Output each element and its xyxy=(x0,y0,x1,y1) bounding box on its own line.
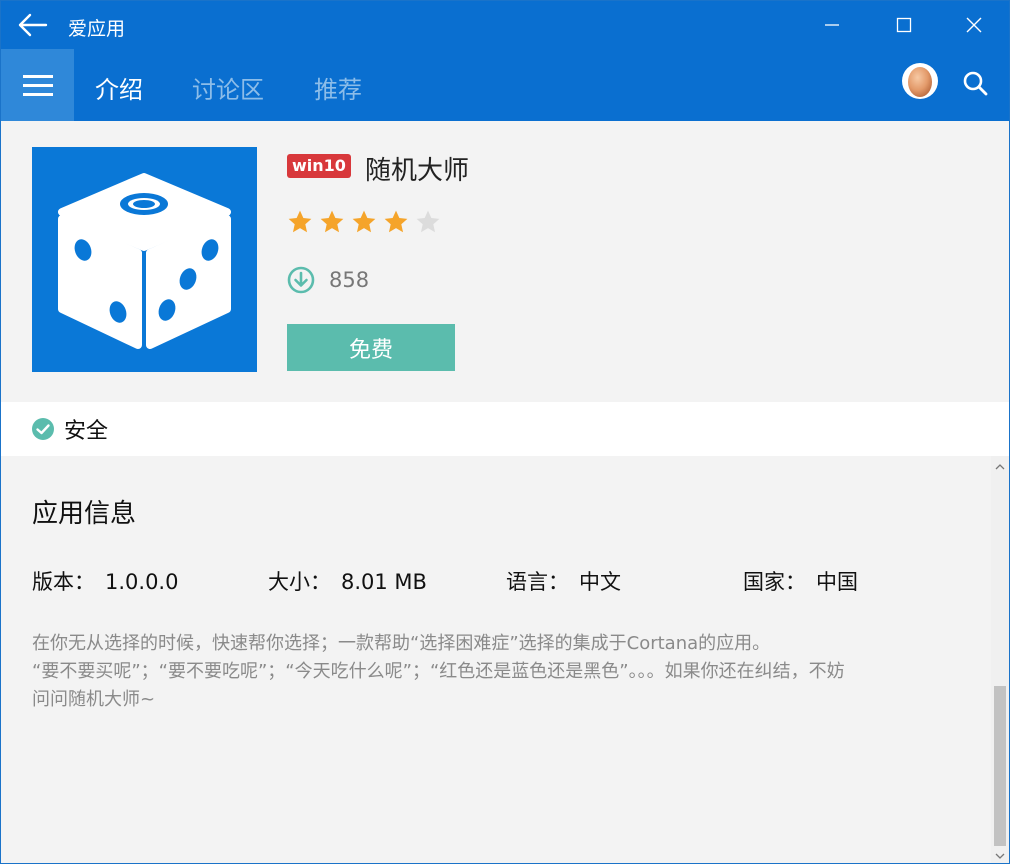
back-button[interactable] xyxy=(13,7,53,43)
close-button[interactable] xyxy=(951,7,997,43)
get-free-button[interactable]: 免费 xyxy=(287,324,455,371)
arrow-left-icon xyxy=(18,13,48,37)
description-line: 问问随机大师~ xyxy=(32,689,156,710)
meta-version: 版本： 1.0.0.0 xyxy=(32,566,178,596)
download-count: 858 xyxy=(329,268,370,292)
minimize-icon xyxy=(825,24,839,26)
meta-key: 国家： xyxy=(743,570,806,594)
app-info-section: 应用信息 版本： 1.0.0.0 大小： 8.01 MB 语言： 中文 国家： 中国 在… xyxy=(1,456,991,863)
tab-intro[interactable]: 介绍 xyxy=(95,70,143,105)
rating-stars xyxy=(287,209,441,235)
nav-bar: 介绍 讨论区 推荐 xyxy=(1,49,1009,121)
scroll-up-button[interactable] xyxy=(991,460,1009,474)
description-line: 在你无从选择的时候，快速帮你选择；一款帮助“选择困难症”选择的集成于Cortan… xyxy=(32,633,771,654)
meta-value: 中国 xyxy=(816,570,858,594)
egg-avatar-icon xyxy=(908,67,932,97)
title-bar: 爱应用 xyxy=(1,1,1009,49)
vertical-scrollbar[interactable] xyxy=(991,456,1009,863)
star-filled-icon xyxy=(320,210,344,233)
app-name: 随机大师 xyxy=(365,156,470,186)
app-icon xyxy=(32,147,257,372)
star-filled-icon xyxy=(288,210,312,233)
meta-key: 大小： xyxy=(268,570,331,594)
hamburger-menu-icon xyxy=(22,75,53,96)
star-filled-icon xyxy=(352,210,376,233)
tab-discussion[interactable]: 讨论区 xyxy=(192,70,264,105)
meta-key: 版本： xyxy=(32,570,95,594)
close-icon xyxy=(966,17,982,33)
maximize-icon xyxy=(896,17,912,33)
download-icon xyxy=(287,266,315,294)
os-badge: win10 xyxy=(287,154,351,178)
window-title: 爱应用 xyxy=(68,18,126,40)
meta-size: 大小： 8.01 MB xyxy=(268,566,427,596)
app-window: 爱应用 介绍 讨论区 推荐 win10 随机大师 858 免费 安全 应用信息 … xyxy=(0,0,1010,864)
meta-language: 语言： 中文 xyxy=(506,566,621,596)
search-icon xyxy=(963,71,988,96)
star-empty-icon xyxy=(416,210,440,233)
minimize-button[interactable] xyxy=(809,7,855,43)
search-button[interactable] xyxy=(957,65,993,101)
description-line: “要不要买呢”；“要不要吃呢”；“今天吃什么呢”；“红色还是蓝色还是黑色”。。。… xyxy=(32,661,845,682)
tab-recommend[interactable]: 推荐 xyxy=(314,70,362,105)
section-title: 应用信息 xyxy=(32,499,137,529)
maximize-button[interactable] xyxy=(881,7,927,43)
check-circle-icon xyxy=(32,418,54,440)
star-filled-icon xyxy=(384,210,408,233)
chevron-up-icon xyxy=(995,464,1005,470)
menu-button[interactable] xyxy=(1,49,74,121)
dice-icon xyxy=(58,173,231,349)
meta-value: 中文 xyxy=(579,570,621,594)
meta-value: 8.01 MB xyxy=(341,570,427,594)
scroll-down-button[interactable] xyxy=(991,849,1009,863)
meta-country: 国家： 中国 xyxy=(743,566,858,596)
meta-value: 1.0.0.0 xyxy=(105,570,179,594)
chevron-down-icon xyxy=(995,853,1005,859)
app-header: win10 随机大师 858 免费 xyxy=(1,121,1009,402)
download-count-row: 858 xyxy=(287,266,369,294)
scrollbar-thumb[interactable] xyxy=(994,686,1006,846)
safety-status: 安全 xyxy=(1,402,1009,456)
safety-label: 安全 xyxy=(64,419,109,444)
meta-key: 语言： xyxy=(506,570,569,594)
app-description: 在你无从选择的时候，快速帮你选择；一款帮助“选择困难症”选择的集成于Cortan… xyxy=(32,630,982,714)
avatar[interactable] xyxy=(902,63,938,99)
